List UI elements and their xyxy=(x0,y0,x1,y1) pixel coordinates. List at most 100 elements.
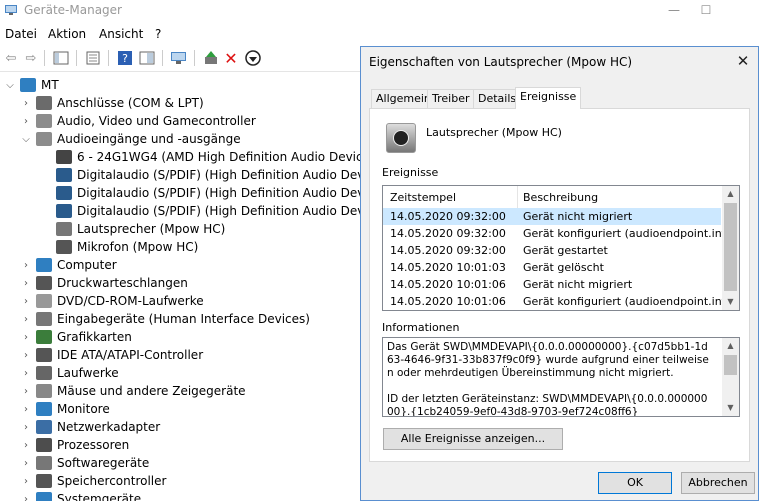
port-icon xyxy=(36,96,52,110)
tree-item-digitalaudio-s-pdif-high-definition-audio-device[interactable]: Digitalaudio (S/PDIF) (High Definition A… xyxy=(40,202,362,220)
show-hide-tree-icon[interactable] xyxy=(52,49,70,67)
tree-item-ide-ata-atapi-controller[interactable]: › IDE ATA/ATAPI-Controller xyxy=(20,346,203,364)
event-row[interactable]: 14.05.2020 09:32:00 Gerät nicht migriert xyxy=(383,208,721,225)
tree-item-mikrofon-mpow-hc[interactable]: Mikrofon (Mpow HC) xyxy=(40,238,198,256)
tab-details[interactable]: Details xyxy=(473,89,522,108)
back-arrow-icon[interactable]: ⇦ xyxy=(2,49,20,67)
chevron-right-icon[interactable]: › xyxy=(20,386,32,397)
tree-item-grafikkarten[interactable]: › Grafikkarten xyxy=(20,328,132,346)
chevron-right-icon[interactable]: › xyxy=(20,494,32,501)
tree-item-lautsprecher-mpow-hc[interactable]: Lautsprecher (Mpow HC) xyxy=(40,220,225,238)
column-header-zeitstempel[interactable]: Zeitstempel xyxy=(390,191,456,204)
tree-item-mäuse-und-andere-zeigegeräte[interactable]: › Mäuse und andere Zeigegeräte xyxy=(20,382,246,400)
scroll-down-icon[interactable]: ▼ xyxy=(722,400,739,416)
chevron-right-icon[interactable]: › xyxy=(20,314,32,325)
tree-root-mt[interactable]: ⌵ MT xyxy=(4,76,59,94)
menu-bar: Datei Aktion Ansicht ? xyxy=(0,24,759,44)
info-scrollbar[interactable]: ▲ ▼ xyxy=(722,338,739,416)
help-icon[interactable]: ? xyxy=(116,49,134,67)
audio-port-icon xyxy=(56,186,72,200)
chevron-right-icon[interactable]: › xyxy=(20,116,32,127)
view-icon[interactable] xyxy=(138,49,156,67)
chevron-right-icon[interactable]: › xyxy=(20,440,32,451)
chevron-right-icon[interactable]: › xyxy=(20,458,32,469)
column-divider[interactable] xyxy=(517,186,518,208)
tree-item-6-24g1wg4-amd-high-definition-audio-device[interactable]: 6 - 24G1WG4 (AMD High Definition Audio D… xyxy=(40,148,362,166)
chevron-right-icon[interactable]: › xyxy=(20,296,32,307)
tree-item-label: Laufwerke xyxy=(57,366,119,380)
column-header-beschreibung[interactable]: Beschreibung xyxy=(523,191,598,204)
tree-item-systemgeräte[interactable]: › Systemgeräte xyxy=(20,490,141,501)
event-description: Gerät gelöscht xyxy=(523,261,604,274)
events-list-scrollbar[interactable]: ▲ ▼ xyxy=(722,186,739,310)
scan-hardware-icon[interactable] xyxy=(170,49,188,67)
tree-item-monitore[interactable]: › Monitore xyxy=(20,400,110,418)
cancel-button[interactable]: Abbrechen xyxy=(681,472,755,494)
tree-item-digitalaudio-s-pdif-high-definition-audio-device[interactable]: Digitalaudio (S/PDIF) (High Definition A… xyxy=(40,184,362,202)
chevron-down-icon[interactable]: ⌵ xyxy=(20,134,32,145)
tab-treiber[interactable]: Treiber xyxy=(427,89,475,108)
network-icon xyxy=(36,420,52,434)
scroll-down-icon[interactable]: ▼ xyxy=(722,294,739,310)
printer-icon xyxy=(36,276,52,290)
event-row[interactable]: 14.05.2020 09:32:00 Gerät konfiguriert (a… xyxy=(383,225,730,242)
chevron-right-icon[interactable]: › xyxy=(20,278,32,289)
chevron-down-icon[interactable]: ⌵ xyxy=(4,80,16,91)
menu-ansicht[interactable]: Ansicht xyxy=(99,27,143,41)
tree-item-label: Mäuse und andere Zeigegeräte xyxy=(57,384,246,398)
tree-item-audio-video-und-gamecontroller[interactable]: › Audio, Video und Gamecontroller xyxy=(20,112,256,130)
disable-device-icon[interactable] xyxy=(244,49,262,67)
info-textbox[interactable]: Das Gerät SWD\MMDEVAPI\{0.0.0.00000000}.… xyxy=(382,337,740,417)
events-list[interactable]: Zeitstempel Beschreibung 14.05.2020 09:3… xyxy=(382,185,740,311)
chevron-right-icon[interactable]: › xyxy=(20,404,32,415)
scrollbar-thumb[interactable] xyxy=(724,203,737,291)
scroll-up-icon[interactable]: ▲ xyxy=(722,186,739,202)
display-adapter-icon xyxy=(36,330,52,344)
event-row[interactable]: 14.05.2020 10:01:06 Gerät konfiguriert (a… xyxy=(383,293,730,310)
tree-item-prozessoren[interactable]: › Prozessoren xyxy=(20,436,129,454)
tree-item-computer[interactable]: › Computer xyxy=(20,256,117,274)
update-driver-icon[interactable] xyxy=(202,49,220,67)
menu-aktion[interactable]: Aktion xyxy=(48,27,86,41)
forward-arrow-icon[interactable]: ⇨ xyxy=(22,49,40,67)
event-timestamp: 14.05.2020 10:01:03 xyxy=(390,261,506,274)
chevron-right-icon[interactable]: › xyxy=(20,350,32,361)
menu-datei[interactable]: Datei xyxy=(5,27,37,41)
tree-item-eingabegeräte-human-interface-devices[interactable]: › Eingabegeräte (Human Interface Devices) xyxy=(20,310,310,328)
event-row[interactable]: 14.05.2020 09:32:00 Gerät gestartet xyxy=(383,242,721,259)
tree-item-druckwarteschlangen[interactable]: › Druckwarteschlangen xyxy=(20,274,188,292)
tree-item-speichercontroller[interactable]: › Speichercontroller xyxy=(20,472,166,490)
chevron-right-icon[interactable]: › xyxy=(20,476,32,487)
tab-ereignisse[interactable]: Ereignisse xyxy=(515,87,582,109)
chevron-right-icon[interactable]: › xyxy=(20,368,32,379)
chevron-right-icon[interactable]: › xyxy=(20,422,32,433)
event-row[interactable]: 14.05.2020 10:01:03 Gerät gelöscht xyxy=(383,259,721,276)
tree-item-label: Computer xyxy=(57,258,117,272)
tree-item-audioeingänge-und-ausgänge[interactable]: ⌵ Audioeingänge und -ausgänge xyxy=(20,130,241,148)
maximize-button[interactable]: ☐ xyxy=(686,0,726,22)
info-text: Das Gerät SWD\MMDEVAPI\{0.0.0.00000000}.… xyxy=(387,341,709,417)
ok-button[interactable]: OK xyxy=(598,472,672,494)
tree-item-anschlüsse-com-lpt[interactable]: › Anschlüsse (COM & LPT) xyxy=(20,94,204,112)
tree-item-dvd-cd-rom-laufwerke[interactable]: › DVD/CD-ROM-Laufwerke xyxy=(20,292,204,310)
event-row[interactable]: 14.05.2020 10:01:06 Gerät nicht migriert xyxy=(383,276,721,293)
tree-item-netzwerkadapter[interactable]: › Netzwerkadapter xyxy=(20,418,160,436)
tree-item-softwaregeräte[interactable]: › Softwaregeräte xyxy=(20,454,149,472)
tree-item-digitalaudio-s-pdif-high-definition-audio-device[interactable]: Digitalaudio (S/PDIF) (High Definition A… xyxy=(40,166,362,184)
mouse-icon xyxy=(36,384,52,398)
event-description: Gerät konfiguriert (audioendpoint.inf) xyxy=(523,227,730,240)
scrollbar-thumb[interactable] xyxy=(724,355,737,375)
event-description: Gerät gestartet xyxy=(523,244,608,257)
scroll-up-icon[interactable]: ▲ xyxy=(722,338,739,354)
chevron-right-icon[interactable]: › xyxy=(20,260,32,271)
monitor-icon xyxy=(56,150,72,164)
toolbar: ⇦ ⇨ ? ✕ xyxy=(0,45,360,72)
menu-help[interactable]: ? xyxy=(155,27,161,41)
show-all-events-button[interactable]: Alle Ereignisse anzeigen... xyxy=(383,428,563,450)
chevron-right-icon[interactable]: › xyxy=(20,98,32,109)
chevron-right-icon[interactable]: › xyxy=(20,332,32,343)
tree-item-laufwerke[interactable]: › Laufwerke xyxy=(20,364,119,382)
uninstall-device-icon[interactable]: ✕ xyxy=(222,49,240,68)
close-icon[interactable]: ✕ xyxy=(732,51,754,73)
properties-icon[interactable] xyxy=(84,49,102,67)
